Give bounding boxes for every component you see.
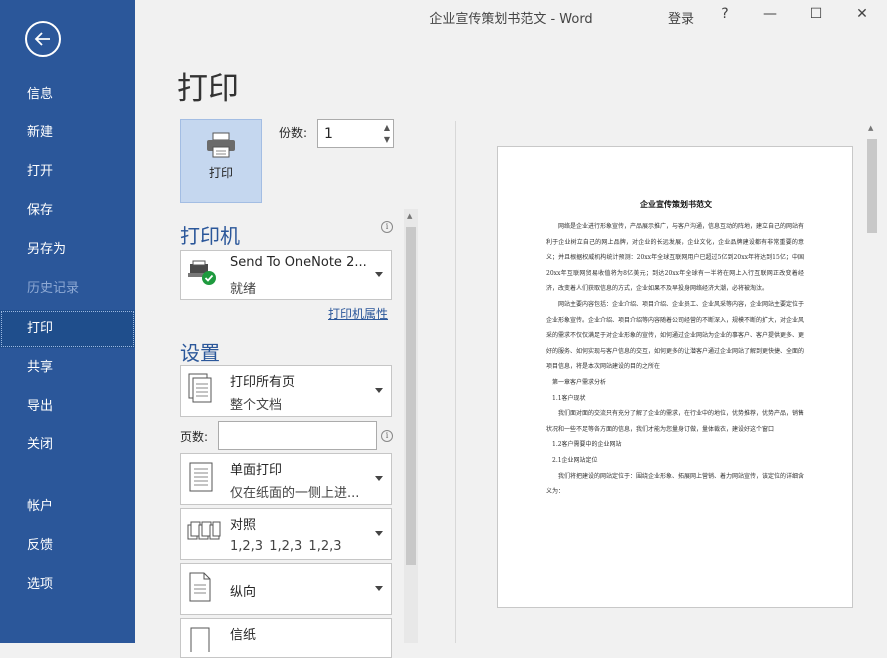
print-button-label: 打印 — [208, 166, 233, 180]
maximize-button[interactable]: ☐ — [801, 6, 831, 26]
preview-paragraph: 网络是企业进行形象宣传，产品展示推广，与客户沟通，信息互动的阵地，建立自己的网站… — [546, 223, 805, 293]
spin-up-icon[interactable]: ▲ — [384, 123, 390, 132]
login-link[interactable]: 登录 — [668, 8, 694, 27]
chevron-down-icon — [375, 388, 383, 393]
printer-properties-link[interactable]: 打印机属性 — [328, 305, 388, 322]
paper-size-label: 信纸 — [230, 628, 257, 643]
collate-sub: 1,2,3 1,2,3 1,2,3 — [230, 539, 342, 554]
paper-icon — [187, 626, 213, 656]
nav-history: 历史记录 — [27, 281, 80, 296]
print-button[interactable]: 打印 — [180, 119, 262, 203]
nav-info[interactable]: 信息 — [0, 76, 135, 114]
nav-account[interactable]: 帐户 — [0, 488, 135, 526]
close-button[interactable]: ✕ — [847, 6, 877, 26]
printer-name: Send To OneNote 2... — [230, 255, 367, 270]
copies-value[interactable]: 1 — [324, 126, 333, 142]
printer-status: 就绪 — [230, 282, 257, 297]
page-title: 打印 — [177, 71, 239, 107]
back-button[interactable] — [25, 21, 61, 57]
nav-close[interactable]: 关闭 — [0, 426, 135, 464]
info-icon[interactable]: i — [381, 221, 393, 233]
chevron-down-icon — [375, 272, 383, 277]
preview-paragraph: 1.2客户需要中的企业网站 — [552, 441, 622, 449]
orientation-dropdown[interactable]: 纵向 — [180, 563, 392, 615]
sides-dropdown[interactable]: 单面打印 仅在纸面的一侧上进... — [180, 453, 392, 505]
print-range-label: 打印所有页 — [230, 375, 296, 390]
print-range-dropdown[interactable]: 打印所有页 整个文档 — [180, 365, 392, 417]
divider — [455, 121, 456, 643]
backstage-sidebar: 信息 新建 打开 保存 另存为 历史记录 打印 共享 导出 关闭 帐户 反馈 选… — [0, 0, 135, 643]
settings-scrollbar[interactable]: ▲ — [404, 209, 418, 643]
info-icon[interactable]: i — [381, 430, 393, 442]
printer-ready-icon — [187, 259, 219, 291]
preview-paragraph: 2.1企业网站定位 — [552, 456, 598, 464]
print-range-sub: 整个文档 — [230, 398, 283, 413]
minimize-button[interactable]: — — [755, 6, 785, 26]
collate-dropdown[interactable]: 对照 1,2,3 1,2,3 1,2,3 — [180, 508, 392, 560]
chevron-down-icon — [375, 586, 383, 591]
pages-input[interactable] — [218, 421, 377, 450]
nav-new[interactable]: 新建 — [0, 114, 135, 152]
preview-body: 网络是企业进行形象宣传，产品展示推广，与客户沟通，信息互动的阵地，建立自己的网站… — [546, 219, 804, 500]
scroll-thumb[interactable] — [406, 227, 416, 565]
nav-save[interactable]: 保存 — [0, 192, 135, 230]
printer-heading: 打印机 — [180, 224, 240, 248]
single-sided-icon — [187, 461, 217, 497]
nav-feedback[interactable]: 反馈 — [0, 527, 135, 565]
help-button[interactable]: ? — [710, 6, 740, 26]
collate-icon — [187, 519, 221, 549]
collate-label: 对照 — [230, 518, 257, 533]
scroll-up-icon[interactable]: ▲ — [407, 212, 412, 220]
chevron-down-icon — [375, 531, 383, 536]
orientation-label: 纵向 — [230, 585, 257, 600]
scroll-thumb[interactable] — [867, 139, 877, 233]
printer-icon — [207, 132, 235, 158]
preview-paragraph: 1.1客户现状 — [552, 394, 586, 402]
portrait-icon — [187, 572, 213, 606]
sides-sub: 仅在纸面的一侧上进... — [230, 486, 360, 501]
copies-label: 份数: — [279, 126, 308, 140]
preview-paragraph: 第一章客户需求分析 — [552, 378, 607, 386]
paper-size-dropdown[interactable]: 信纸 — [180, 618, 392, 658]
pages-label: 页数: — [180, 430, 209, 444]
preview-scrollbar[interactable]: ▲ — [865, 121, 879, 643]
scroll-up-icon[interactable]: ▲ — [868, 124, 873, 132]
settings-heading: 设置 — [180, 341, 220, 365]
nav-open[interactable]: 打开 — [0, 153, 135, 191]
copies-stepper[interactable]: 1 ▲ ▼ — [317, 119, 394, 148]
printer-dropdown[interactable]: Send To OneNote 2... 就绪 — [180, 250, 392, 300]
nav-export[interactable]: 导出 — [0, 388, 135, 426]
nav-options[interactable]: 选项 — [0, 566, 135, 604]
pages-icon — [187, 373, 217, 409]
preview-paragraph: 我们面对面的交流只有充分了解了企业的需求，在行业中的地位，优势推荐，优势产品，销… — [546, 410, 805, 433]
nav-save-as[interactable]: 另存为 — [0, 231, 135, 269]
spin-down-icon[interactable]: ▼ — [384, 135, 390, 144]
chevron-down-icon — [375, 476, 383, 481]
print-preview-page: 企业宣传策划书范文 网络是企业进行形象宣传，产品展示推广，与客户沟通，信息互动的… — [497, 146, 853, 608]
preview-title: 企业宣传策划书范文 — [640, 199, 712, 209]
preview-paragraph: 我们将把建设的网站定位于：围绕企业形象、拓展网上营销、着力网站宣传，该定位的详细… — [546, 472, 805, 496]
sides-label: 单面打印 — [230, 463, 283, 478]
nav-print[interactable]: 打印 — [0, 310, 135, 348]
preview-paragraph: 网站主要内容包括：企业介绍、项目介绍、企业员工、企业风采等内容，企业网站主要定位… — [546, 300, 805, 371]
arrow-left-icon — [34, 32, 50, 46]
title-bar: 企业宣传策划书范文 - Word 登录 ? — ☐ ✕ — [135, 0, 887, 32]
nav-share[interactable]: 共享 — [0, 349, 135, 387]
